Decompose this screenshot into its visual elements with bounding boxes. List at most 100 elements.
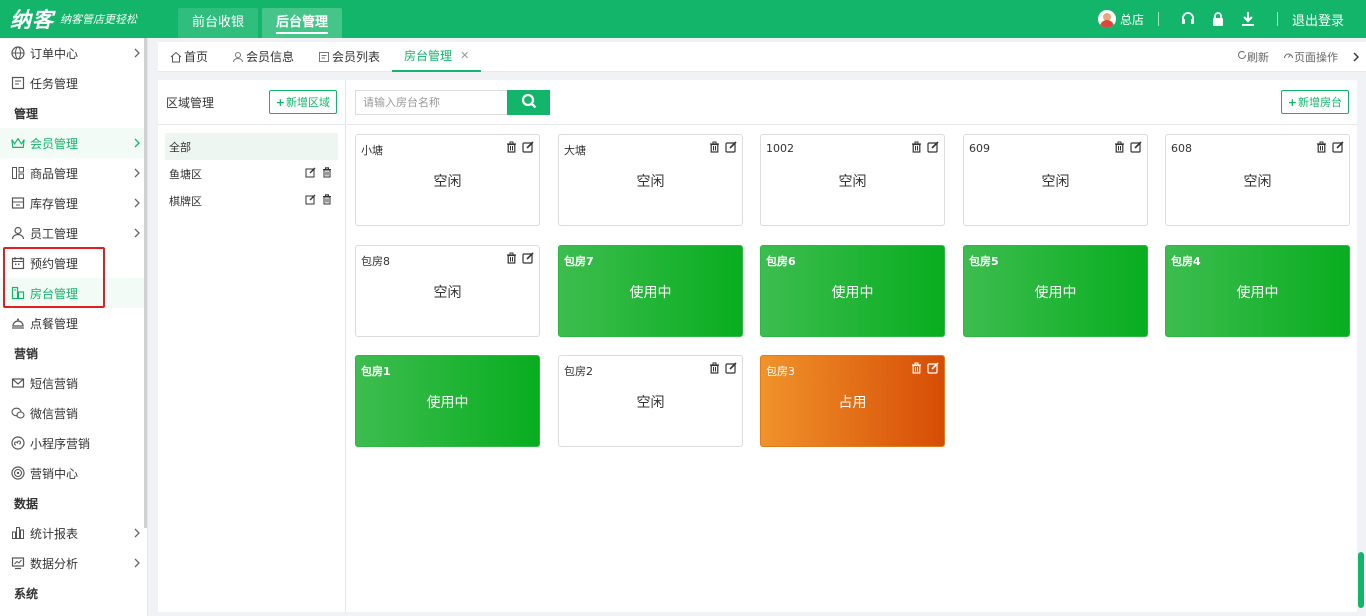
room-status: 占用 xyxy=(838,395,867,411)
top-tab-label: 前台收银 xyxy=(192,15,245,30)
room-card[interactable]: 包房6 使用中 xyxy=(760,245,945,337)
room-status: 使用中 xyxy=(831,285,874,301)
room-card[interactable]: 包房7 使用中 xyxy=(558,245,743,337)
edit-icon[interactable] xyxy=(522,252,534,267)
area-item-all[interactable]: 全部 xyxy=(165,133,338,160)
sidebar-item-label: 库存管理 xyxy=(30,196,79,211)
room-card[interactable]: 包房5 使用中 xyxy=(963,245,1148,337)
sidebar-item-inventory[interactable]: 库存管理 xyxy=(0,188,147,218)
sidebar-item-wechat[interactable]: 微信营销 xyxy=(0,398,147,428)
add-room-button[interactable]: + 新增房台 xyxy=(1280,90,1349,114)
area-item-label: 鱼塘区 xyxy=(169,167,202,181)
chevron-right-icon xyxy=(133,527,141,541)
edit-icon[interactable] xyxy=(1332,141,1344,156)
sidebar-scrollbar[interactable] xyxy=(144,38,147,528)
sidebar-item-members[interactable]: 会员管理 xyxy=(0,128,147,158)
sidebar-item-miniapp[interactable]: 小程序营销 xyxy=(0,428,147,458)
trash-icon[interactable] xyxy=(506,252,517,267)
area-item-fishpond[interactable]: 鱼塘区 xyxy=(165,160,338,187)
brand-logo[interactable]: 纳客 纳客管店更轻松 xyxy=(0,0,178,38)
close-icon[interactable]: ✕ xyxy=(460,49,469,62)
room-card[interactable]: 包房3 占用 xyxy=(760,355,945,447)
sidebar-item-label: 点餐管理 xyxy=(30,316,79,331)
room-status: 空闲 xyxy=(636,395,665,411)
edit-icon[interactable] xyxy=(1130,141,1142,156)
sidebar-item-label: 营销中心 xyxy=(30,466,79,481)
page-tabs: 首页 会员信息 会员列表 房台管理 ✕ 刷新 页面操作 xyxy=(158,42,1366,72)
trash-icon[interactable] xyxy=(322,166,332,181)
room-search-input[interactable]: 请输入房台名称 xyxy=(355,89,507,115)
trash-icon[interactable] xyxy=(1316,141,1327,156)
room-status: 空闲 xyxy=(1041,174,1070,190)
trash-icon[interactable] xyxy=(506,141,517,156)
room-card[interactable]: 包房4 使用中 xyxy=(1165,245,1350,337)
sidebar-section-system: 系统 xyxy=(14,586,39,601)
area-item-chess[interactable]: 棋牌区 xyxy=(165,187,338,214)
user-menu[interactable]: 总店 xyxy=(1097,10,1144,28)
sidebar-item-orders[interactable]: 订单中心 xyxy=(0,38,147,68)
target-icon xyxy=(11,466,25,480)
edit-icon[interactable] xyxy=(725,362,737,377)
sidebar-item-ordering[interactable]: 点餐管理 xyxy=(0,308,147,338)
area-item-label: 棋牌区 xyxy=(169,194,202,208)
trash-icon[interactable] xyxy=(911,362,922,377)
room-card[interactable]: 1002 空闲 xyxy=(760,134,945,226)
edit-icon[interactable] xyxy=(305,194,316,208)
tab-home[interactable]: 首页 xyxy=(158,42,220,72)
headset-icon[interactable] xyxy=(1179,10,1197,28)
area-title: 区域管理 xyxy=(166,95,215,110)
avatar xyxy=(1097,10,1116,28)
logout-button[interactable]: 退出登录 xyxy=(1292,10,1344,29)
sidebar-item-marketing-center[interactable]: 营销中心 xyxy=(0,458,147,488)
tab-member-info[interactable]: 会员信息 xyxy=(220,42,306,72)
sidebar-item-staff[interactable]: 员工管理 xyxy=(0,218,147,248)
room-status: 使用中 xyxy=(1236,285,1279,301)
mail-icon xyxy=(11,376,25,390)
download-icon[interactable] xyxy=(1239,10,1257,28)
edit-icon[interactable] xyxy=(522,141,534,156)
sidebar-item-tasks[interactable]: 任务管理 xyxy=(0,68,147,98)
tab-member-list[interactable]: 会员列表 xyxy=(306,42,392,72)
add-room-label: 新增房台 xyxy=(1298,96,1342,109)
edit-icon[interactable] xyxy=(927,362,939,377)
page-ops-button[interactable]: 页面操作 xyxy=(1283,49,1338,65)
sidebar-item-analysis[interactable]: 数据分析 xyxy=(0,548,147,578)
top-bar: 纳客 纳客管店更轻松 前台收银 后台管理 总店 退出登录 xyxy=(0,0,1366,38)
room-card[interactable]: 小塘 空闲 xyxy=(355,134,540,226)
room-card[interactable]: 包房2 空闲 xyxy=(558,355,743,447)
trash-icon[interactable] xyxy=(322,193,332,208)
room-card[interactable]: 609 空闲 xyxy=(963,134,1148,226)
room-card[interactable]: 包房8 空闲 xyxy=(355,245,540,337)
top-tab-backend[interactable]: 后台管理 xyxy=(262,8,343,38)
area-item-label: 全部 xyxy=(169,140,191,154)
trash-icon[interactable] xyxy=(911,141,922,156)
chevron-right-icon xyxy=(133,197,141,211)
chevron-right-icon xyxy=(133,227,141,241)
sidebar-item-sms[interactable]: 短信营销 xyxy=(0,368,147,398)
divider xyxy=(1276,12,1278,26)
edit-icon[interactable] xyxy=(725,141,737,156)
trash-icon[interactable] xyxy=(709,141,720,156)
edit-icon[interactable] xyxy=(305,167,316,181)
search-button[interactable] xyxy=(507,89,550,115)
add-area-label: 新增区域 xyxy=(286,96,330,109)
edit-icon[interactable] xyxy=(927,141,939,156)
sidebar-item-goods[interactable]: 商品管理 xyxy=(0,158,147,188)
page-scrollbar[interactable] xyxy=(1358,552,1364,608)
top-tab-cashier[interactable]: 前台收银 xyxy=(178,8,259,38)
room-card[interactable]: 包房1 使用中 xyxy=(355,355,540,447)
refresh-button[interactable]: 刷新 xyxy=(1237,49,1269,65)
chevron-right-icon[interactable] xyxy=(1352,52,1360,62)
sidebar-item-rooms[interactable]: 房台管理 xyxy=(0,278,147,308)
trash-icon[interactable] xyxy=(709,362,720,377)
lock-icon[interactable] xyxy=(1209,10,1227,28)
room-card[interactable]: 大塘 空闲 xyxy=(558,134,743,226)
add-area-button[interactable]: + 新增区域 xyxy=(268,90,337,114)
room-name: 包房2 xyxy=(564,365,593,378)
sidebar-item-reports[interactable]: 统计报表 xyxy=(0,518,147,548)
trash-icon[interactable] xyxy=(1114,141,1125,156)
sidebar-item-booking[interactable]: 预约管理 xyxy=(0,248,147,278)
room-name: 1002 xyxy=(766,142,794,155)
tab-room-manage[interactable]: 房台管理 ✕ xyxy=(392,42,482,72)
room-card[interactable]: 608 空闲 xyxy=(1165,134,1350,226)
